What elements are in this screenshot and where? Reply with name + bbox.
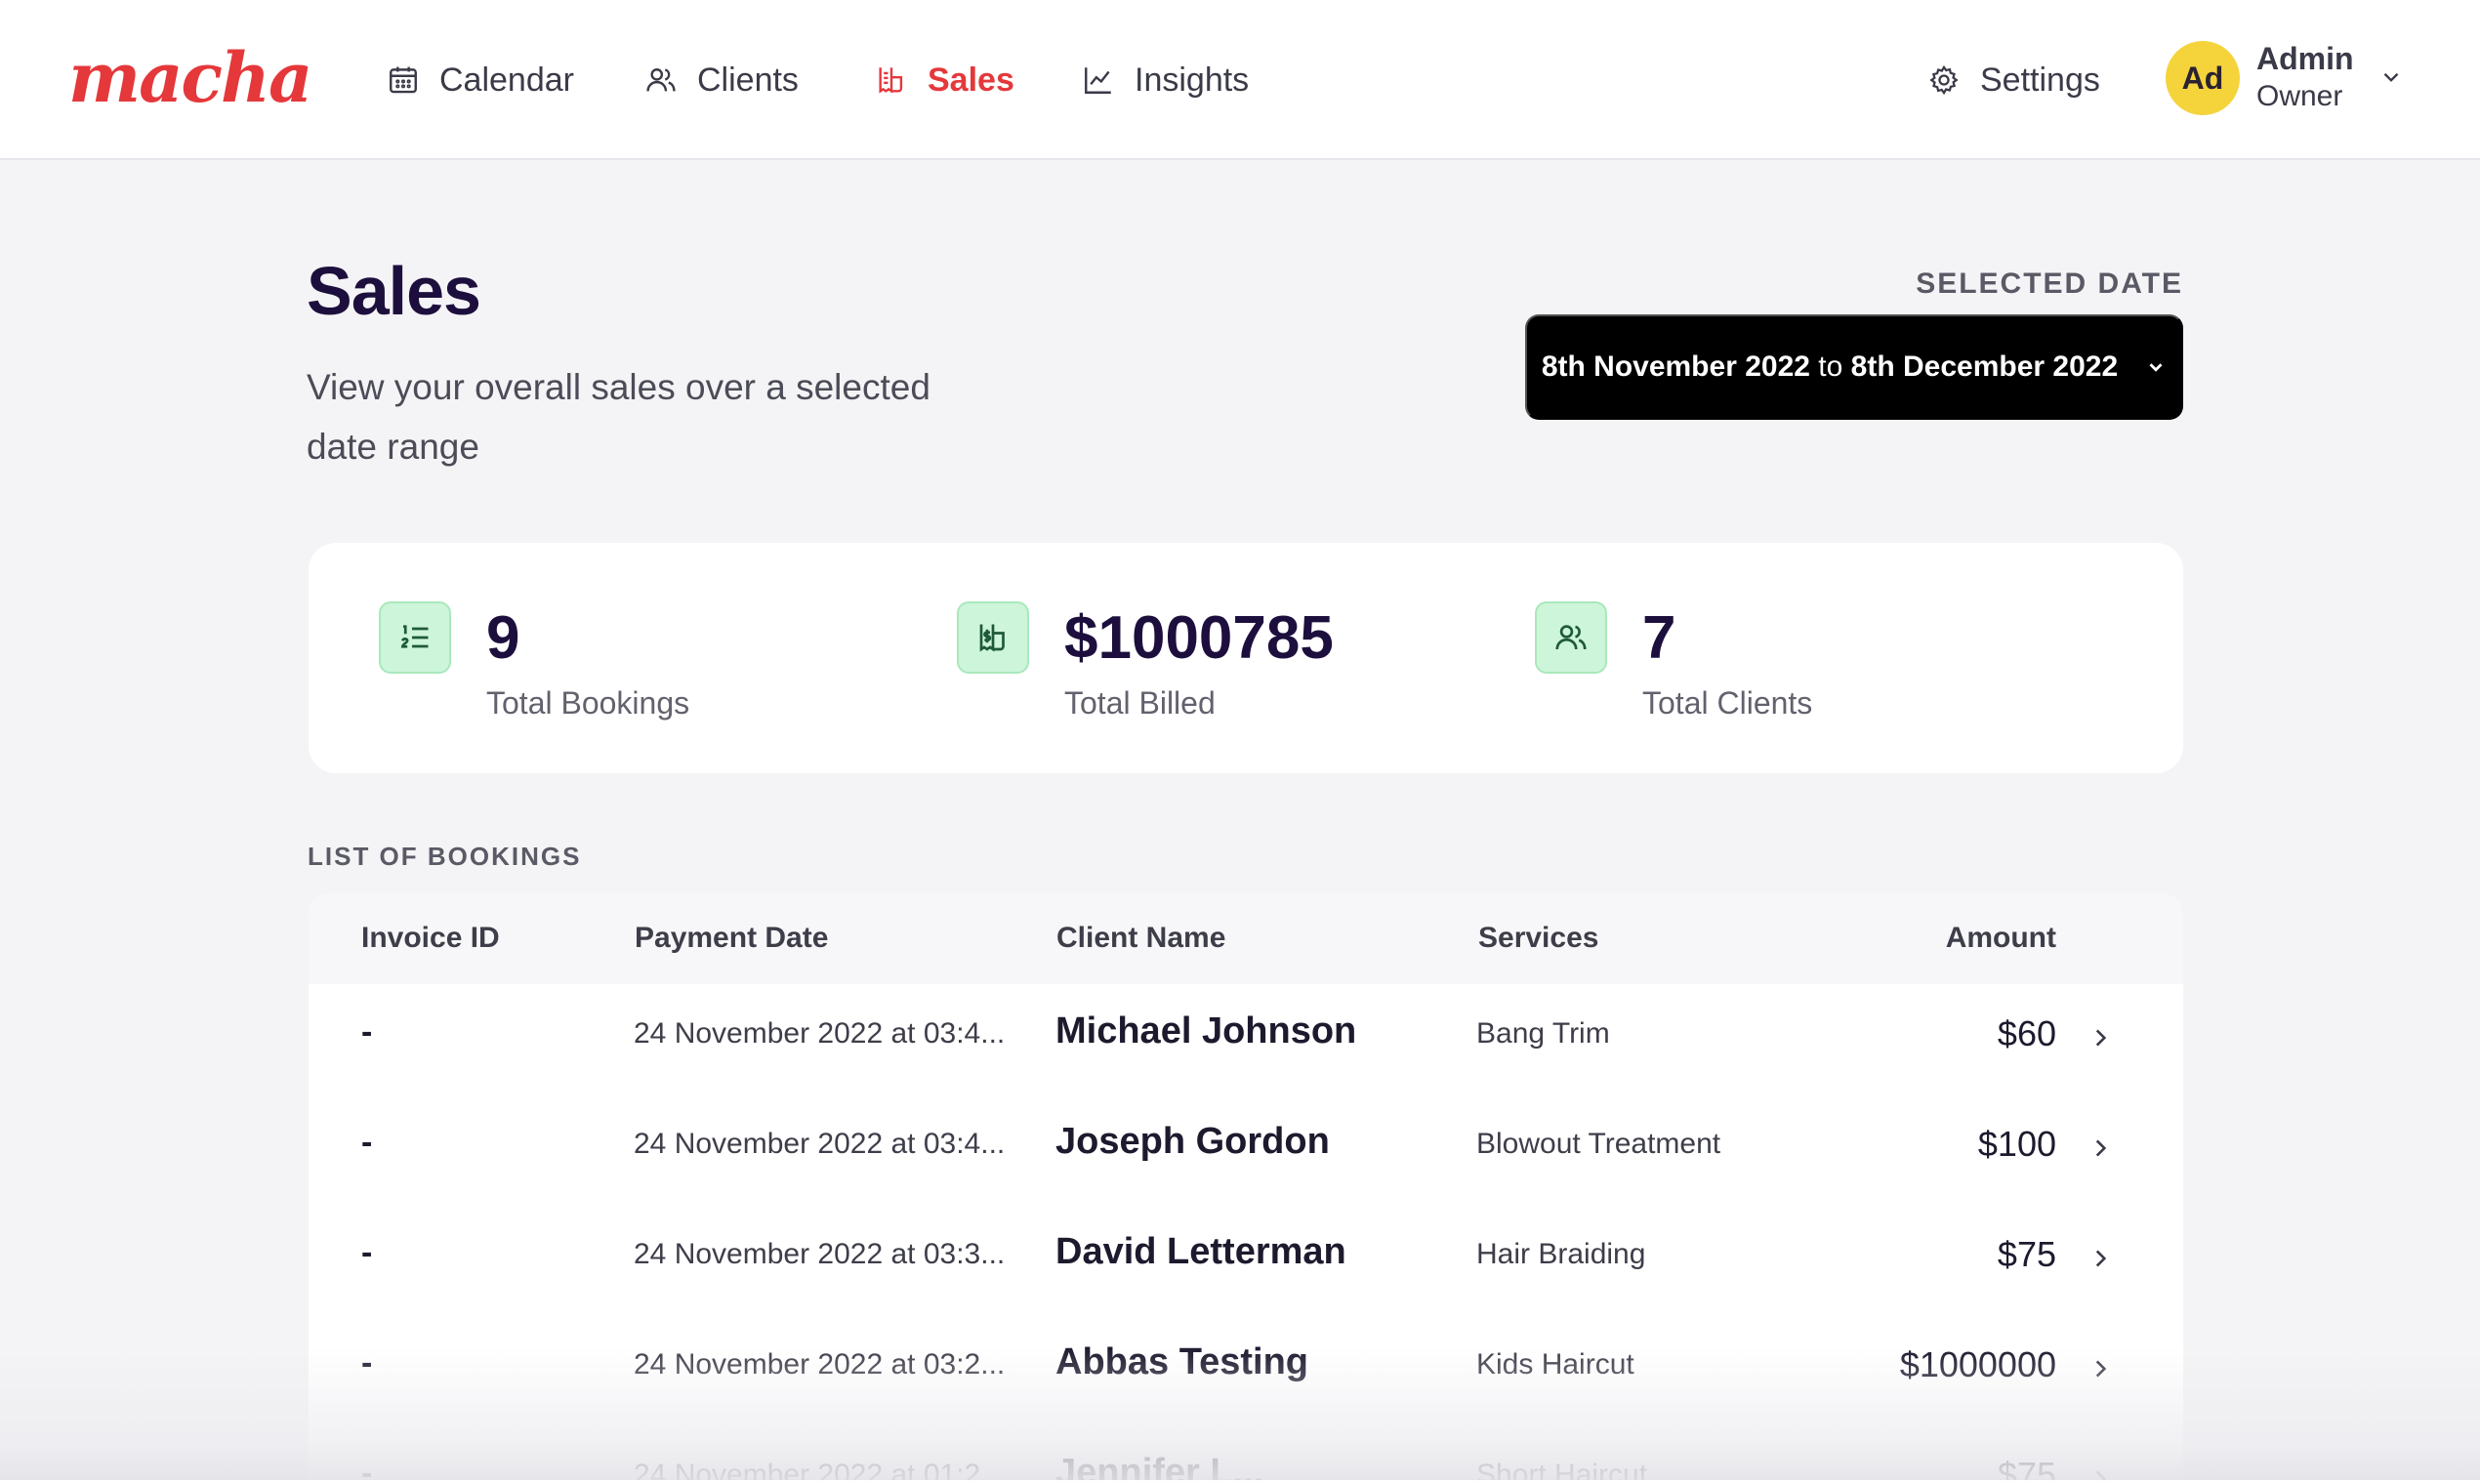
- cell-payment-date: 24 November 2022 at 03:3...: [634, 1238, 1006, 1270]
- page-title: Sales: [307, 253, 481, 329]
- table-row[interactable]: - 24 November 2022 at 03:3... David Lett…: [309, 1205, 2183, 1315]
- settings-label: Settings: [1980, 61, 2100, 99]
- cell-services: Blowout Treatment: [1476, 1128, 1721, 1160]
- cell-payment-date: 24 November 2022 at 03:2...: [634, 1348, 1006, 1381]
- invoice-dollar-icon: [979, 624, 1005, 652]
- column-header-services[interactable]: Services: [1478, 922, 1598, 955]
- stat-icon-box: [379, 601, 451, 674]
- numbered-list-icon: [400, 625, 429, 648]
- cell-invoice-id: -: [361, 1013, 373, 1051]
- stat-icon-box: [1535, 601, 1607, 674]
- stat-label: Total Billed: [1064, 685, 1216, 721]
- chart-line-icon: [1085, 67, 1111, 94]
- date-range-text: 8th November 2022 to 8th December 2022: [1542, 350, 2118, 384]
- stat-label: Total Bookings: [486, 685, 690, 721]
- stat-value: 7: [1642, 604, 1676, 672]
- table-row[interactable]: - 24 November 2022 at 01:2... Jennifer L…: [309, 1425, 2183, 1484]
- cell-client-name: Michael Johnson: [1055, 1010, 1357, 1051]
- bookings-section-label: LIST OF BOOKINGS: [308, 842, 582, 871]
- stat-icon-box: [957, 601, 1029, 674]
- nav-item-label: Sales: [928, 61, 1014, 99]
- cell-amount: $75: [1997, 1234, 2056, 1274]
- date-range-dropdown[interactable]: 8th November 2022 to 8th December 2022: [1525, 314, 2183, 420]
- cell-services: Hair Braiding: [1476, 1238, 1646, 1270]
- date-joiner: to: [1818, 350, 1843, 383]
- table-row[interactable]: - 24 November 2022 at 03:4... Michael Jo…: [309, 984, 2183, 1094]
- cell-invoice-id: -: [361, 1124, 373, 1161]
- chevron-down-icon: [2149, 363, 2163, 372]
- chevron-right-icon[interactable]: [2087, 1025, 2113, 1051]
- chevron-right-icon[interactable]: [2087, 1246, 2113, 1271]
- cell-client-name: David Letterman: [1055, 1231, 1346, 1272]
- column-header-invoice[interactable]: Invoice ID: [361, 922, 500, 955]
- users-icon: [646, 68, 676, 92]
- stat-label: Total Clients: [1642, 685, 1813, 721]
- window-bottom-edge: [0, 1480, 2480, 1484]
- cell-payment-date: 24 November 2022 at 03:4...: [634, 1128, 1006, 1160]
- chevron-right-icon[interactable]: [2087, 1135, 2113, 1161]
- cell-client-name: Abbas Testing: [1055, 1341, 1308, 1382]
- nav-item-clients[interactable]: Clients: [644, 51, 799, 109]
- table-row[interactable]: - 24 November 2022 at 03:2... Abbas Test…: [309, 1315, 2183, 1425]
- page-subtitle: View your overall sales over a selected …: [307, 367, 930, 467]
- cell-invoice-id: -: [361, 1344, 373, 1381]
- gear-icon: [1929, 64, 1959, 96]
- nav-item-calendar[interactable]: Calendar: [387, 51, 574, 109]
- selected-date-label: SELECTED DATE: [1916, 268, 2183, 300]
- user-name[interactable]: Admin: [2256, 41, 2354, 77]
- cell-amount: $60: [1997, 1013, 2056, 1053]
- cell-amount: $100: [1977, 1124, 2056, 1164]
- nav-item-label: Calendar: [439, 61, 574, 99]
- cell-invoice-id: -: [361, 1234, 373, 1271]
- macha-logo[interactable]: macha: [68, 37, 312, 118]
- receipt-icon: [879, 67, 903, 94]
- date-from: 8th November 2022: [1541, 350, 1810, 383]
- nav-item-label: Insights: [1135, 61, 1250, 99]
- column-header-payment-date[interactable]: Payment Date: [635, 922, 828, 955]
- avatar[interactable]: Ad: [2166, 41, 2240, 115]
- nav-item-label: Clients: [697, 61, 799, 99]
- cell-payment-date: 24 November 2022 at 03:4...: [634, 1017, 1006, 1050]
- cell-client-name: Joseph Gordon: [1055, 1121, 1330, 1162]
- cell-services: Kids Haircut: [1476, 1348, 1634, 1381]
- calendar-icon: [390, 66, 417, 94]
- user-role: Owner: [2256, 80, 2343, 112]
- table-header: Invoice ID Payment Date Client Name Serv…: [309, 892, 2183, 984]
- date-to: 8th December 2022: [1850, 350, 2119, 383]
- table-row[interactable]: - 24 November 2022 at 03:4... Joseph Gor…: [309, 1094, 2183, 1205]
- column-header-amount[interactable]: Amount: [1946, 922, 2056, 955]
- nav-item-insights[interactable]: Insights: [1082, 51, 1249, 109]
- cell-services: Bang Trim: [1476, 1017, 1610, 1050]
- sales-summary-card: 9 Total Bookings $1000785 Total Billed 7…: [309, 543, 2183, 773]
- nav-item-sales[interactable]: Sales: [875, 51, 1014, 109]
- column-header-client-name[interactable]: Client Name: [1056, 922, 1225, 955]
- bookings-table: Invoice ID Payment Date Client Name Serv…: [309, 892, 2183, 1484]
- stat-value: 9: [486, 604, 520, 672]
- chevron-right-icon[interactable]: [2087, 1356, 2113, 1381]
- cell-amount: $1000000: [1899, 1344, 2056, 1384]
- settings-link[interactable]: Settings: [1927, 51, 2100, 109]
- users-icon: [1555, 625, 1587, 650]
- top-navigation-bar: macha Calendar Clients Sales Insights Se…: [0, 0, 2480, 160]
- chevron-down-icon[interactable]: [2378, 64, 2404, 90]
- stat-value: $1000785: [1064, 604, 1334, 672]
